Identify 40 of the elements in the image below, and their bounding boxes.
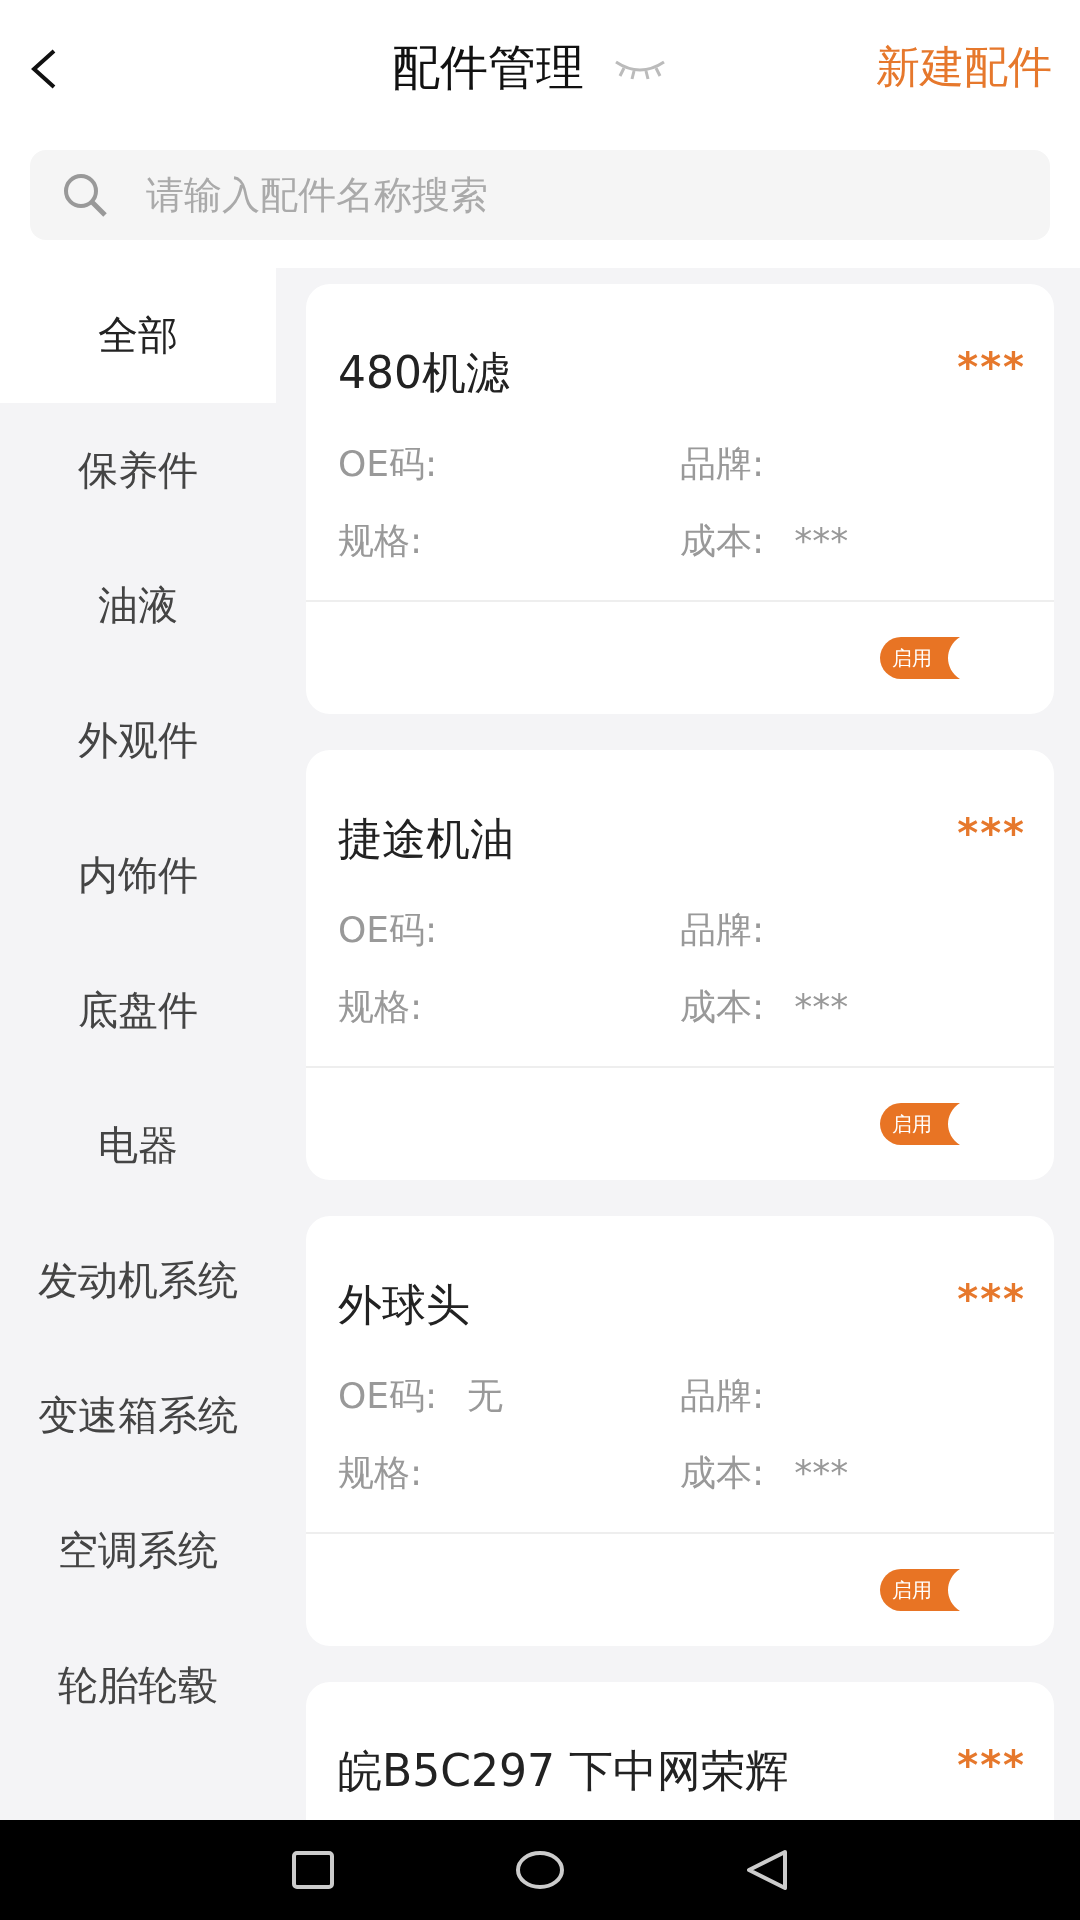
field-label: 品牌: [680,442,766,486]
field-label: OE码: [338,908,439,952]
category-item[interactable]: 外观件 [0,673,276,808]
field-label: 成本: *** [680,985,850,1029]
part-name: 皖B5C297 下中网荣辉 [338,1744,790,1798]
field-label: 品牌: [680,1374,766,1418]
field-label: OE码: 无 [338,1374,505,1418]
part-name: 外球头 [338,1278,470,1332]
search-field[interactable]: 请输入配件名称搜索 [30,150,1050,240]
field-label: 规格: [338,985,424,1029]
home-button[interactable] [515,1850,565,1890]
price-mask: *** [957,1742,1026,1788]
field-label: 规格: [338,519,424,563]
category-item[interactable]: 发动机系统 [0,1213,276,1348]
back-nav-button[interactable] [745,1848,789,1892]
part-name: 捷途机油 [338,812,514,866]
field-label: 成本: *** [680,519,850,563]
field-label: 品牌: [680,908,766,952]
category-item[interactable]: 油液 [0,538,276,673]
category-item[interactable]: 全部 [0,268,276,403]
price-mask: *** [957,810,1026,856]
category-item[interactable]: 内饰件 [0,808,276,943]
part-card[interactable]: 外球头 *** OE码: 无 品牌: 规格: 成本: *** 启用 [306,1216,1054,1646]
part-card[interactable]: 皖B5C297 下中网荣辉 *** [306,1682,1054,1820]
category-item[interactable]: 底盘件 [0,943,276,1078]
price-mask: *** [957,344,1026,390]
category-item[interactable]: 电器 [0,1078,276,1213]
recent-apps-button[interactable] [291,1850,335,1890]
part-card[interactable]: 捷途机油 *** OE码: 品牌: 规格: 成本: *** 启用 [306,750,1054,1180]
category-item[interactable]: 变速箱系统 [0,1348,276,1483]
category-item[interactable]: 保养件 [0,403,276,538]
field-label: OE码: [338,442,439,486]
field-label: 规格: [338,1451,424,1495]
part-name: 480机滤 [338,346,510,400]
category-item[interactable]: 空调系统 [0,1483,276,1618]
price-mask: *** [957,1276,1026,1322]
page-title: 配件管理 [392,37,584,97]
field-label: 成本: *** [680,1451,850,1495]
category-item[interactable]: 轮胎轮毂 [0,1618,276,1753]
part-card[interactable]: 480机滤 *** OE码: 品牌: 规格: 成本: *** 启用 [306,284,1054,714]
